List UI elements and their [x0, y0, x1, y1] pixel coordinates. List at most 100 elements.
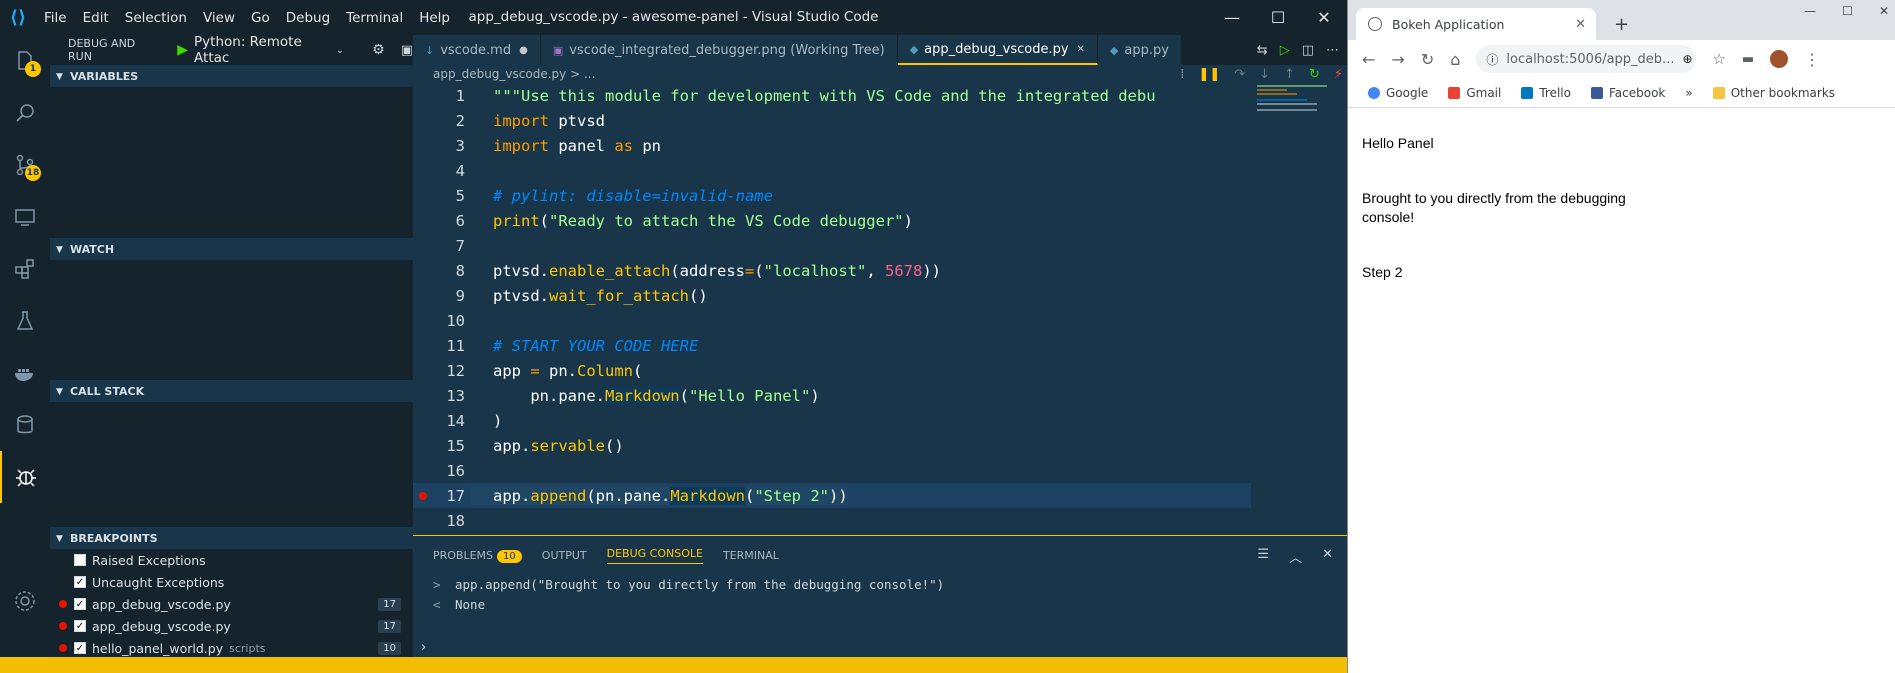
test-flask-icon[interactable] [0, 295, 50, 347]
chevron-down-icon[interactable]: ⌄ [336, 45, 344, 56]
remote-explorer-icon[interactable] [0, 191, 50, 243]
maximize-panel-icon[interactable]: ︿ [1289, 547, 1302, 566]
tab-debug-console[interactable]: DEBUG CONSOLE [606, 547, 703, 564]
extensions-icon[interactable] [0, 243, 50, 295]
bookmark-star-icon[interactable]: ☆ [1712, 50, 1725, 68]
restart-icon[interactable]: ↻ [1309, 67, 1320, 82]
menu-help[interactable]: Help [411, 10, 458, 26]
home-icon[interactable]: ⌂ [1450, 50, 1460, 69]
tab-terminal[interactable]: TERMINAL [723, 549, 779, 562]
code-line: 4 [455, 161, 465, 180]
breakpoint-item[interactable]: ✓ hello_panel_world.py scripts 10 [50, 637, 413, 659]
back-arrow-icon[interactable]: ← [1362, 50, 1375, 69]
breakpoint-item[interactable]: ✓ app_debug_vscode.py 17 [50, 593, 413, 615]
breakpoint-item[interactable]: ✓ Uncaught Exceptions [50, 571, 413, 593]
bookmark-trello[interactable]: Trello [1521, 86, 1571, 100]
bookmark-google[interactable]: Google [1368, 86, 1428, 100]
bookmark-gmail[interactable]: Gmail [1448, 86, 1501, 100]
checkbox[interactable]: ✓ [74, 620, 86, 632]
address-bar[interactable]: ⓘ localhost:5006/app_deb... ⊕ [1476, 45, 1697, 73]
menu-file[interactable]: File [36, 10, 75, 26]
breakpoint-dot-icon[interactable] [419, 492, 427, 500]
disconnect-icon[interactable]: ⚡ [1334, 67, 1343, 82]
launch-config-select[interactable]: Python: Remote Attac [194, 34, 330, 66]
page-content: Hello Panel Brought to you directly from… [1348, 108, 1895, 336]
database-icon[interactable] [0, 399, 50, 451]
more-bookmarks-icon[interactable]: » [1685, 86, 1692, 100]
checkbox[interactable]: ✓ [74, 598, 86, 610]
explorer-icon[interactable]: 1 [0, 35, 50, 87]
pause-icon[interactable]: ❚❚ [1198, 67, 1220, 82]
drag-handle-icon[interactable]: ⁞ [1180, 67, 1184, 82]
avatar[interactable] [1770, 50, 1789, 68]
console-input[interactable]: › [421, 640, 426, 655]
close-icon[interactable]: ✕ [1879, 4, 1889, 18]
zoom-icon[interactable]: ⊕ [1682, 52, 1692, 66]
menu-view[interactable]: View [195, 10, 243, 26]
tab-output[interactable]: OUTPUT [542, 549, 587, 562]
breakpoint-item[interactable]: Raised Exceptions [50, 549, 413, 571]
search-icon[interactable] [0, 87, 50, 139]
split-editor-icon[interactable]: ◫ [1302, 43, 1314, 58]
docker-icon[interactable] [0, 347, 50, 399]
source-control-icon[interactable]: 18 [0, 139, 50, 191]
menu-go[interactable]: Go [243, 10, 278, 26]
info-icon[interactable]: ⓘ [1486, 51, 1498, 68]
variables-section-header[interactable]: ▼ VARIABLES [50, 65, 413, 87]
bookmarks-bar: Google Gmail Trello Facebook » Other boo… [1348, 78, 1895, 108]
new-tab-icon[interactable]: + [1614, 14, 1629, 35]
console-line: > app.append("Brought to you directly fro… [433, 576, 945, 592]
console-message-text: Brought to you directly from the debuggi… [1362, 190, 1626, 225]
browser-tab[interactable]: Bokeh Application ✕ [1356, 8, 1596, 40]
menu-terminal[interactable]: Terminal [338, 10, 411, 26]
other-bookmarks-folder[interactable]: Other bookmarks [1712, 86, 1835, 100]
tab-problems[interactable]: PROBLEMS 10 [433, 549, 522, 563]
code-editor[interactable]: 1 """Use this module for development with… [413, 83, 1251, 533]
gear-icon[interactable]: ⚙ [372, 42, 385, 58]
step-into-icon[interactable]: ↓ [1259, 67, 1270, 82]
tab-vscode-integrated-debugger-png[interactable]: ▣ vscode_integrated_debugger.png (Working… [540, 35, 898, 65]
checkbox[interactable] [74, 554, 86, 566]
tab-app-py[interactable]: ◆ app.py [1097, 35, 1182, 65]
minimize-icon[interactable]: — [1209, 0, 1255, 35]
bookmark-facebook[interactable]: Facebook [1590, 86, 1665, 100]
minimize-icon[interactable]: — [1804, 4, 1816, 18]
facebook-icon [1590, 86, 1603, 99]
image-file-icon: ▣ [552, 43, 564, 57]
debug-console-icon[interactable]: ▣ [401, 43, 413, 58]
settings-gear-icon[interactable] [0, 575, 50, 627]
forward-arrow-icon[interactable]: → [1391, 50, 1404, 69]
step-over-icon[interactable]: ↷ [1234, 67, 1245, 82]
hello-panel-text: Hello Panel [1362, 135, 1434, 151]
menu-edit[interactable]: Edit [75, 10, 117, 26]
open-changes-icon[interactable]: ⇆ [1257, 43, 1268, 58]
watch-section-header[interactable]: ▼ WATCH [50, 238, 413, 260]
reload-icon[interactable]: ↻ [1421, 50, 1434, 69]
tab-vscode-md[interactable]: ↓ vscode.md ● [413, 35, 541, 65]
tab-app-debug-vscode-py[interactable]: ◆ app_debug_vscode.py ✕ [897, 35, 1098, 65]
chrome-menu-icon[interactable]: ⋮ [1804, 50, 1820, 69]
maximize-icon[interactable]: ☐ [1255, 0, 1301, 35]
breakpoint-dot-icon [59, 600, 67, 608]
run-file-icon[interactable]: ▷ [1280, 43, 1290, 58]
breakpoints-section-header[interactable]: ▼ BREAKPOINTS [50, 527, 413, 549]
callstack-section-header[interactable]: ▼ CALL STACK [50, 380, 413, 402]
more-actions-icon[interactable]: ⋯ [1326, 43, 1339, 58]
close-icon[interactable]: ✕ [1301, 0, 1347, 35]
close-tab-icon[interactable]: ✕ [1575, 17, 1586, 32]
minimap[interactable] [1255, 83, 1335, 123]
start-debugging-icon[interactable]: ▶ [177, 42, 188, 58]
extension-icon[interactable]: ▬ [1742, 52, 1754, 67]
menu-selection[interactable]: Selection [117, 10, 195, 26]
checkbox[interactable]: ✓ [74, 642, 86, 654]
close-panel-icon[interactable]: ✕ [1322, 547, 1333, 566]
clear-console-icon[interactable]: ☰ [1257, 547, 1269, 566]
step-out-icon[interactable]: ↑ [1284, 67, 1295, 82]
debug-icon[interactable] [0, 451, 50, 503]
checkbox[interactable]: ✓ [74, 576, 86, 588]
close-tab-icon[interactable]: ✕ [1077, 44, 1085, 55]
breakpoint-item[interactable]: ✓ app_debug_vscode.py 17 [50, 615, 413, 637]
status-bar [0, 657, 1347, 673]
menu-debug[interactable]: Debug [278, 10, 338, 26]
maximize-icon[interactable]: ☐ [1842, 4, 1853, 18]
